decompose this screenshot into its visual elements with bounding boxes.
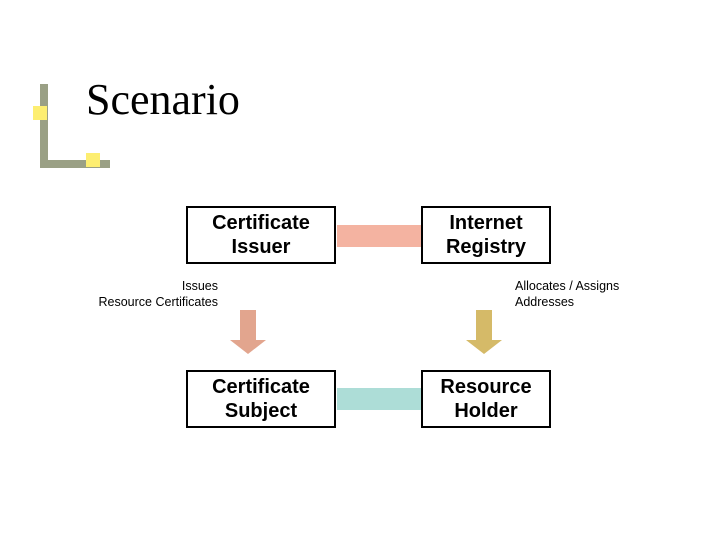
slide: Scenario Certificate Issuer Internet Reg… (0, 0, 720, 540)
box-certificate-issuer: Certificate Issuer (186, 206, 336, 264)
connector-bottom (337, 388, 421, 410)
box-line: Issuer (232, 235, 291, 259)
box-resource-holder: Resource Holder (421, 370, 551, 428)
box-line: Resource (440, 375, 531, 399)
annotation-line: Addresses (515, 294, 685, 310)
box-line: Certificate (212, 211, 310, 235)
box-line: Internet (449, 211, 522, 235)
box-internet-registry: Internet Registry (421, 206, 551, 264)
slide-title: Scenario (86, 74, 240, 125)
connector-top (337, 225, 421, 247)
box-line: Subject (225, 399, 297, 423)
annotation-allocates: Allocates / Assigns Addresses (515, 278, 685, 311)
annotation-issues: Issues Resource Certificates (78, 278, 218, 311)
box-line: Certificate (212, 375, 310, 399)
box-certificate-subject: Certificate Subject (186, 370, 336, 428)
arrow-down-icon (230, 310, 266, 354)
annotation-line: Allocates / Assigns (515, 278, 685, 294)
box-line: Registry (446, 235, 526, 259)
annotation-line: Resource Certificates (78, 294, 218, 310)
box-line: Holder (454, 399, 517, 423)
arrow-down-icon (466, 310, 502, 354)
annotation-line: Issues (78, 278, 218, 294)
